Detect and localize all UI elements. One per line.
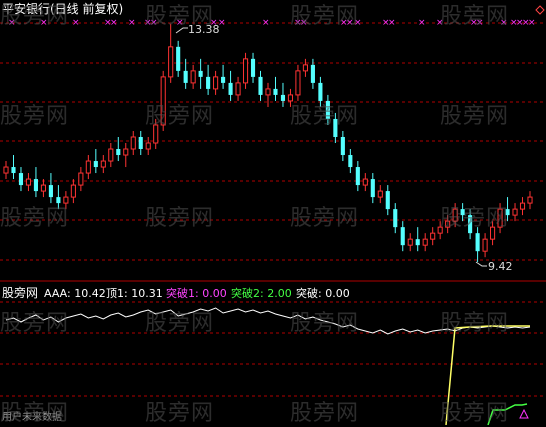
candle-body-down — [176, 46, 181, 71]
candle-body-up — [519, 202, 526, 210]
candle-body-up — [3, 166, 9, 174]
candle-body-down — [355, 167, 360, 186]
candle-body-up — [482, 238, 488, 252]
candle-body-up — [100, 160, 106, 168]
candle-body-down — [250, 58, 256, 77]
candle-body-down — [221, 76, 226, 83]
candle-body-up — [265, 88, 271, 96]
indicator-break2: 突破2: 2.00 — [231, 287, 292, 300]
candle-body-up — [85, 160, 91, 174]
candle-body-down — [206, 76, 211, 89]
candle-body-up — [235, 82, 241, 96]
watermark: 股旁网 — [440, 401, 510, 426]
candle-body-up — [430, 232, 436, 240]
signal-cross-icon: × — [128, 18, 136, 28]
candle-body-up — [168, 46, 174, 78]
triangle-icon — [519, 408, 529, 419]
candle-body-up — [407, 238, 413, 246]
candle-body-down — [370, 179, 375, 198]
signal-cross-icon: × — [72, 18, 80, 28]
candle-body-up — [213, 76, 219, 90]
low-price-label: 9.42 — [488, 260, 513, 273]
candle-body-up — [25, 178, 32, 186]
low-marker — [475, 261, 487, 267]
candle-body-down — [93, 161, 98, 168]
watermark: 股旁网 — [145, 4, 215, 29]
candle-body-up — [295, 70, 301, 96]
watermark: 股旁网 — [440, 104, 510, 129]
candle-body-down — [258, 76, 263, 95]
watermark: 股旁网 — [145, 311, 215, 336]
candle-body-up — [512, 208, 518, 216]
candle-body-down — [400, 227, 405, 246]
signal-cross-icon: × — [388, 18, 396, 28]
candle-body-down — [33, 179, 39, 192]
candle-body-down — [11, 167, 16, 174]
watermark: 股旁网 — [145, 206, 215, 231]
indicator-break: 突破: 0.00 — [296, 287, 350, 300]
candle-body-down — [385, 191, 390, 210]
candle-body-down — [348, 155, 353, 168]
candle-body-down — [48, 185, 53, 198]
watermark: 股旁网 — [0, 311, 70, 336]
candle-body-down — [393, 209, 398, 228]
candle-body-down — [228, 82, 233, 95]
watermark: 股旁网 — [0, 104, 70, 129]
candle-body-down — [183, 70, 188, 83]
stock-chart-window: × × × × × × × × × × × × × × × × × × × × × × × × × × × × 平安银行(日线 前复权… — [0, 0, 546, 426]
candle-body-down — [138, 136, 143, 150]
watermark: 股旁网 — [290, 104, 360, 129]
candle-body-down — [280, 94, 286, 101]
indicator-aaa: AAA: 10.42 — [44, 287, 106, 300]
candle-body-up — [302, 64, 308, 72]
watermark: 股旁网 — [0, 4, 70, 29]
indicator-top1: 顶1: 10.31 — [106, 287, 163, 300]
candle-body-up — [422, 238, 428, 246]
candle-body-down — [198, 70, 203, 77]
candle-body-down — [18, 173, 24, 186]
candle-body-up — [377, 190, 383, 198]
signal-cross-icon: × — [418, 18, 426, 28]
diamond-icon — [535, 5, 545, 15]
watermark: 股旁网 — [290, 206, 360, 231]
candle-body-down — [273, 88, 278, 95]
watermark: 股旁网 — [440, 311, 510, 336]
signal-cross-icon: × — [528, 18, 536, 28]
candle-body-down — [310, 64, 315, 83]
candle-body-down — [415, 239, 420, 246]
candle-body-down — [340, 136, 345, 156]
candle-body-up — [108, 148, 114, 162]
candle-body-up — [190, 70, 196, 84]
signal-cross-icon: × — [110, 18, 118, 28]
watermark: 股旁网 — [440, 206, 510, 231]
candle-body-up — [145, 142, 151, 150]
candle-body-down — [475, 233, 480, 252]
indicator-break1: 突破1: 0.00 — [166, 287, 227, 300]
candle-body-up — [40, 184, 46, 192]
candle-body-up — [527, 196, 533, 204]
candle-body-up — [130, 136, 136, 150]
candle-body-up — [362, 178, 368, 186]
watermark: 股旁网 — [0, 206, 70, 231]
candle-body-down — [116, 149, 121, 156]
watermark: 股旁网 — [290, 4, 360, 29]
watermark: 股旁网 — [290, 311, 360, 336]
candle-body-up — [242, 58, 249, 84]
watermark: 股旁网 — [145, 401, 215, 426]
watermark: 股旁网 — [0, 401, 70, 426]
indicator-title: 股旁网 — [2, 286, 39, 300]
candle-body-up — [123, 148, 129, 156]
candle-body-up — [78, 172, 84, 186]
signal-cross-icon: × — [262, 18, 270, 28]
watermark: 股旁网 — [440, 4, 510, 29]
watermark: 股旁网 — [290, 401, 360, 426]
watermark: 股旁网 — [145, 104, 215, 129]
candle-body-up — [70, 184, 76, 198]
